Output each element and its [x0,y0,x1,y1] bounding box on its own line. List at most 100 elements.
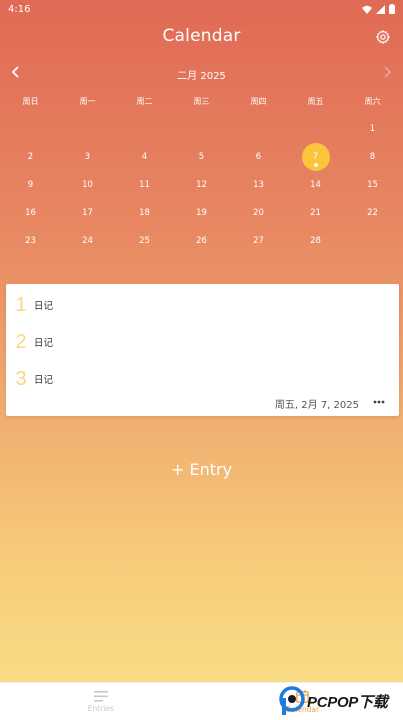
calendar-day-blank [116,115,173,143]
weekday-label: 周四 [250,97,267,106]
calendar-day-number: 4 [141,152,148,162]
entry-indicator-dot [313,163,318,167]
calendar-day[interactable]: 23 [2,227,59,255]
status-bar: 4:16 [0,0,403,18]
calendar-day-number: 11 [139,180,150,190]
calendar-day[interactable]: 17 [59,199,116,227]
wifi-icon [362,5,372,14]
calendar-day-number: 13 [253,180,264,190]
calendar-day-number: 25 [139,236,150,246]
calendar-day-number: 22 [367,208,378,218]
calendar-day-number: 18 [139,208,150,218]
calendar-day-blank [2,115,59,143]
entry-row[interactable]: 2 日记 [6,327,53,357]
calendar-day-number: 5 [198,152,205,162]
month-label: 二月 2025 [177,71,226,82]
weekday-label: 周一 [79,97,96,106]
weekday-label: 周五 [307,97,324,106]
calendar-day-number: 17 [82,208,93,218]
calendar-day-blank [59,115,116,143]
calendar-day[interactable]: 5 [173,143,230,171]
calendar-day[interactable]: 25 [116,227,173,255]
weekday-label: 周日 [22,97,39,106]
calendar-day-selected[interactable]: 7 [287,143,344,171]
calendar-day-blank [173,115,230,143]
calendar-day-grid: 1 2 3 4 5 6 7 8 9 10 11 12 13 14 15 16 17 18 19 20 21 22 23 24 2… [2,115,401,255]
calendar-day[interactable]: 12 [173,171,230,199]
add-entry-button[interactable]: + Entry [0,460,403,479]
calendar-day[interactable]: 3 [59,143,116,171]
calendar-day[interactable]: 22 [344,199,401,227]
calendar-day-number: 28 [310,236,321,246]
entry-label: 日记 [34,301,54,312]
chevron-right-icon[interactable] [382,66,392,78]
entry-row[interactable]: 1 日记 [6,290,53,320]
calendar-day-number: 12 [196,180,207,190]
entry-row[interactable]: 3 日记 [6,364,53,394]
calendar-day-number: 20 [253,208,264,218]
calendar-day[interactable]: 26 [173,227,230,255]
weekday-header: 周日 周一 周二 周三 周四 周五 周六 [2,96,401,107]
calendar-day-number: 24 [82,236,93,246]
entries-card: 1 日记 2 日记 3 日记 周五, 2月 7, 2025 [6,284,399,416]
calendar-day-blank [287,115,344,143]
watermark-text: PCPOP下载 [307,693,388,711]
entry-label: 日记 [34,375,54,386]
calendar-day-number: 9 [27,180,34,190]
calendar-day[interactable]: 9 [2,171,59,199]
calendar-day-number: 3 [84,152,91,162]
battery-icon [389,4,395,14]
calendar-day[interactable]: 6 [230,143,287,171]
entry-number: 1 [15,293,27,316]
entry-date: 周五, 2月 7, 2025 [274,400,359,411]
calendar-day[interactable]: 27 [230,227,287,255]
calendar-day[interactable]: 13 [230,171,287,199]
entry-label: 日记 [34,338,54,349]
calendar-day-number: 15 [367,180,378,190]
status-icons [362,4,395,14]
calendar-day[interactable]: 8 [344,143,401,171]
calendar-day-blank [230,115,287,143]
calendar-day[interactable]: 10 [59,171,116,199]
nav-entries-label: Entries [87,703,114,713]
calendar-day[interactable]: 18 [116,199,173,227]
calendar-day[interactable]: 15 [344,171,401,199]
calendar-day-number: 16 [25,208,36,218]
calendar-day[interactable]: 24 [59,227,116,255]
calendar-day[interactable]: 14 [287,171,344,199]
calendar-day-number: 26 [196,236,207,246]
weekday-label: 周六 [364,97,381,106]
month-navigation: 二月 2025 [0,64,403,82]
nav-entries-tab[interactable]: Entries [0,683,202,720]
calendar-day[interactable]: 4 [116,143,173,171]
calendar-day[interactable]: 1 [344,115,401,143]
calendar-day-number: 7 [312,152,319,162]
calendar-day[interactable]: 2 [2,143,59,171]
calendar-day-number: 8 [369,152,376,162]
page-title: Calendar [162,26,241,46]
calendar-day-number: 14 [310,180,321,190]
calendar-day[interactable]: 20 [230,199,287,227]
calendar-day-number: 6 [255,152,262,162]
calendar-day-number: 27 [253,236,264,246]
weekday-label: 周三 [193,97,210,106]
settings-gear-icon[interactable] [375,29,391,45]
more-options-icon[interactable] [373,400,385,404]
calendar-day-number: 21 [310,208,321,218]
calendar-day-number: 2 [27,152,34,162]
calendar-day-number: 19 [196,208,207,218]
watermark-logo: PCPOP下载 [279,684,388,718]
calendar-day[interactable]: 16 [2,199,59,227]
list-icon [93,690,108,702]
status-time: 4:16 [8,3,31,15]
calendar-day[interactable]: 19 [173,199,230,227]
calendar-day-number: 10 [82,180,93,190]
calendar-day-number: 23 [25,236,36,246]
calendar-day[interactable]: 11 [116,171,173,199]
entry-number: 3 [15,367,27,390]
calendar-day-number: 1 [369,124,376,134]
signal-icon [376,4,385,14]
calendar-day[interactable]: 21 [287,199,344,227]
calendar-day[interactable]: 28 [287,227,344,255]
entry-number: 2 [15,330,27,353]
